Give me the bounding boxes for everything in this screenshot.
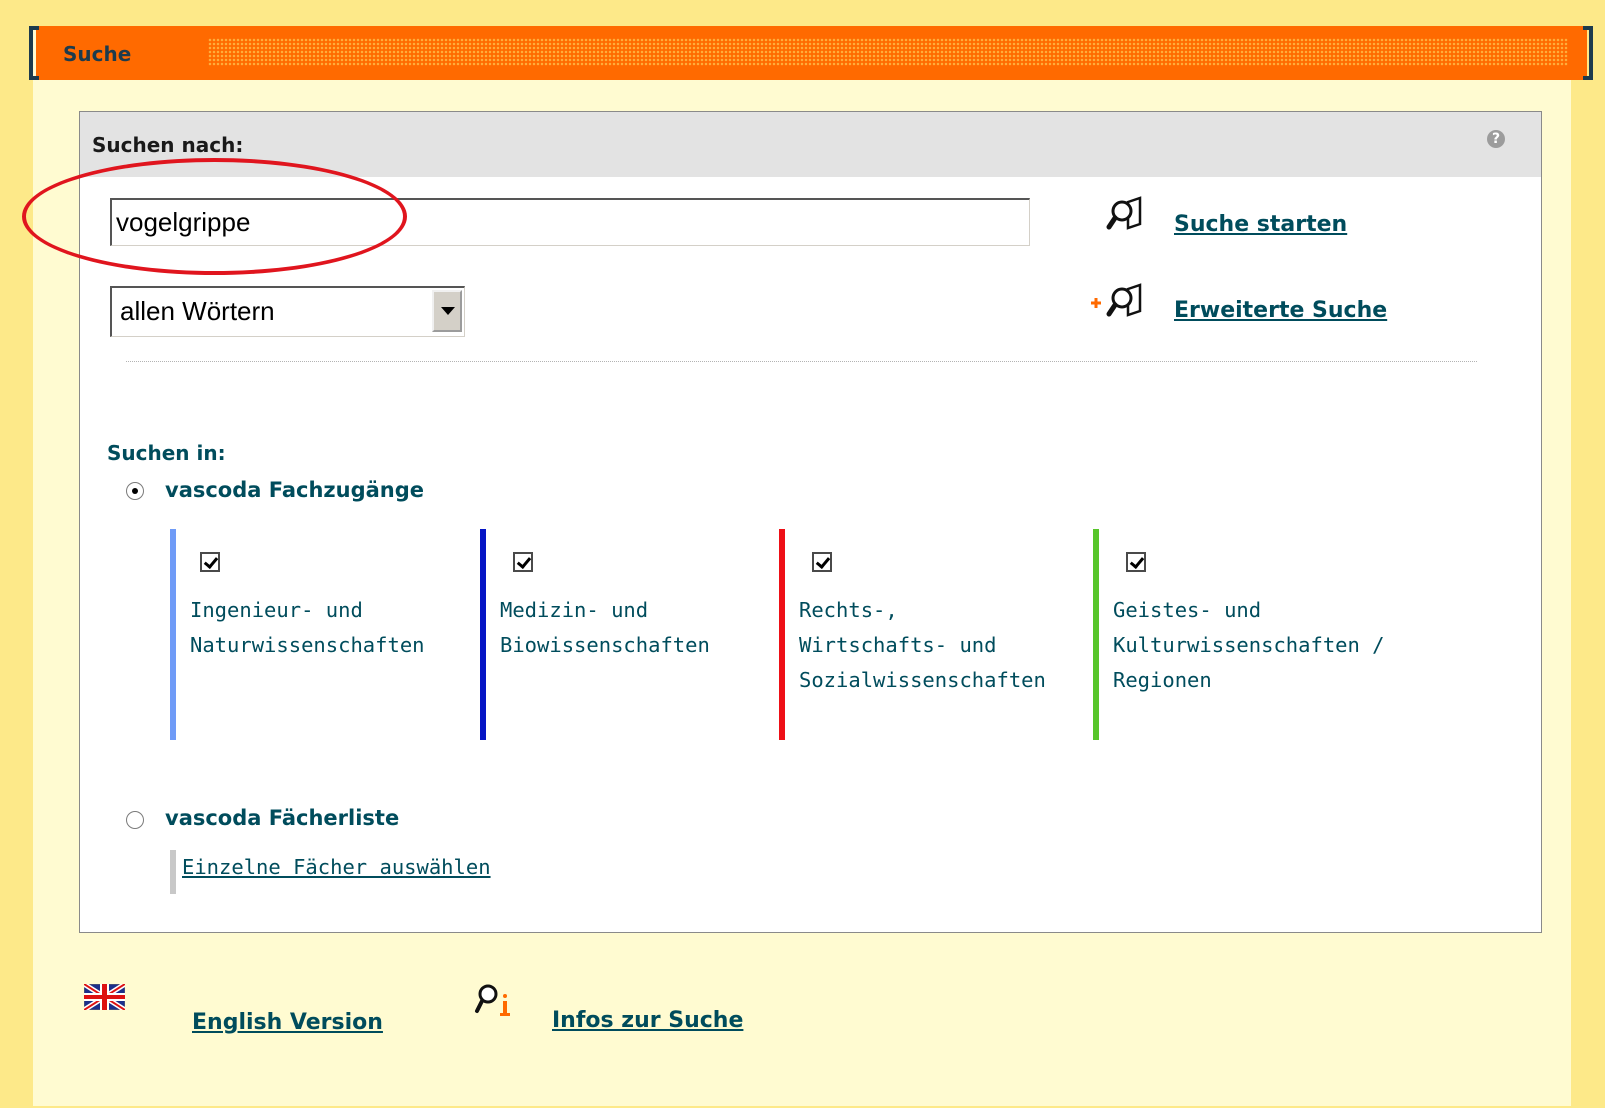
checkbox-geistes[interactable]: [1126, 552, 1146, 572]
search-input[interactable]: [110, 198, 1030, 246]
category-rechts: Rechts-, Wirtschafts- und Sozialwissensc…: [779, 529, 1079, 740]
checkbox-medizin[interactable]: [513, 552, 533, 572]
single-subjects-link[interactable]: Einzelne Fächer auswählen: [182, 855, 491, 879]
advanced-search-link[interactable]: Erweiterte Suche: [1174, 298, 1387, 323]
advanced-search-icon[interactable]: [1090, 283, 1146, 323]
category-label: Medizin- und Biowissenschaften: [500, 598, 710, 657]
search-for-label: Suchen nach:: [92, 133, 244, 157]
category-label: Ingenieur- und Naturwissenschaften: [190, 598, 425, 657]
category-color-bar: [779, 529, 785, 740]
category-medizin: Medizin- und Biowissenschaften: [480, 529, 780, 740]
search-mode-select[interactable]: allen Wörtern: [110, 286, 465, 337]
category-color-bar: [170, 529, 176, 740]
search-start-link[interactable]: Suche starten: [1174, 212, 1347, 237]
checkbox-rechts[interactable]: [812, 552, 832, 572]
search-mode-value: allen Wörtern: [120, 296, 275, 326]
radio-fachzugaenge[interactable]: [126, 482, 144, 500]
header-dot-pattern: [208, 38, 1568, 66]
header-bracket-left: [29, 26, 39, 80]
radio-fachzugaenge-label: vascoda Fachzugänge: [165, 478, 425, 502]
header-bracket-right: [1583, 26, 1593, 80]
category-geistes: Geistes- und Kulturwissenschaften / Regi…: [1093, 529, 1393, 740]
radio-faecherliste[interactable]: [126, 811, 144, 829]
chevron-down-icon: [441, 307, 455, 315]
search-for-bar: [80, 112, 1541, 177]
english-version-link[interactable]: English Version: [192, 1010, 383, 1035]
single-subjects: Einzelne Fächer auswählen: [170, 850, 491, 894]
search-start-icon[interactable]: [1106, 196, 1146, 236]
search-info-link[interactable]: Infos zur Suche: [552, 1008, 743, 1033]
category-color-bar: [480, 529, 486, 740]
category-label: Geistes- und Kulturwissenschaften / Regi…: [1113, 598, 1385, 692]
category-color-bar: [1093, 529, 1099, 740]
checkbox-ingenieur[interactable]: [200, 552, 220, 572]
search-info-icon[interactable]: [474, 982, 520, 1024]
header-title: Suche: [63, 42, 132, 66]
divider: [126, 361, 1477, 362]
category-label: Rechts-, Wirtschafts- und Sozialwissensc…: [799, 598, 1046, 692]
dropdown-button[interactable]: [432, 290, 462, 332]
category-ingenieur: Ingenieur- und Naturwissenschaften: [170, 529, 470, 740]
uk-flag-icon[interactable]: [84, 984, 125, 1010]
help-icon[interactable]: ?: [1487, 130, 1505, 148]
radio-faecherliste-label: vascoda Fächerliste: [165, 806, 400, 830]
search-in-label: Suchen in:: [107, 441, 226, 465]
